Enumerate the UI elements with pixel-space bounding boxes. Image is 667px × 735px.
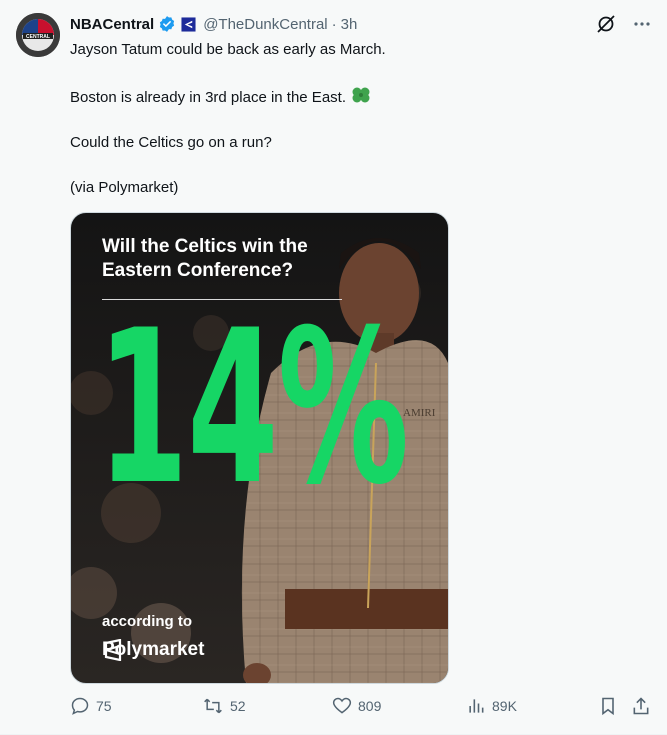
media-percent: 14% (97, 284, 409, 531)
views-button[interactable]: 89K (466, 696, 517, 716)
tweet-text: Jayson Tatum could be back as early as M… (70, 40, 640, 223)
handle[interactable]: @TheDunkCentral (203, 16, 327, 33)
affiliate-badge-icon[interactable] (181, 16, 196, 32)
polymarket-logo-icon (104, 639, 122, 661)
bookmark-button[interactable] (598, 696, 618, 716)
analytics-icon (469, 699, 484, 713)
tweet-paragraph: Could the Celtics go on a run? (70, 134, 272, 151)
grok-icon (597, 15, 615, 33)
like-button[interactable]: 809 (332, 696, 381, 716)
reply-count: 75 (96, 698, 112, 714)
avatar[interactable]: CENTRAL (16, 13, 60, 57)
views-count: 89K (492, 698, 517, 714)
repost-icon (204, 698, 222, 714)
separator: · (331, 15, 337, 33)
reply-button[interactable]: 75 (70, 696, 112, 716)
heart-icon (332, 697, 352, 714)
more-button[interactable] (631, 13, 653, 35)
repost-count: 52 (230, 698, 246, 714)
share-icon (633, 697, 649, 715)
tweet[interactable]: CENTRAL NBACentral @TheDunkCentral · 3h (0, 0, 667, 735)
share-button[interactable] (631, 696, 651, 716)
repost-button[interactable]: 52 (202, 696, 246, 716)
tweet-media[interactable]: AMIRI Will the Celtics win the Eastern C… (70, 212, 449, 684)
action-bar: 75 52 809 89K (70, 696, 653, 720)
polymarket-brand: Polymarket (102, 639, 204, 661)
tweet-header: NBACentral @TheDunkCentral · 3h (70, 13, 357, 35)
like-count: 809 (358, 698, 382, 714)
svg-text:CENTRAL: CENTRAL (26, 34, 50, 40)
tweet-paragraph: Boston is already in 3rd place in the Ea… (70, 85, 640, 108)
bookmark-icon (602, 697, 614, 716)
more-icon (634, 22, 650, 26)
jacket-text: AMIRI (403, 407, 436, 419)
media-according: according to (102, 613, 193, 630)
media-headline: Will the Celtics win the Eastern Confere… (102, 236, 308, 281)
display-name[interactable]: NBACentral (70, 16, 154, 33)
nba-central-logo-icon: CENTRAL (16, 13, 60, 57)
grok-button[interactable] (595, 13, 617, 35)
tweet-top-actions (595, 13, 653, 35)
verified-badge-icon (160, 16, 175, 32)
tweet-paragraph: Jayson Tatum could be back as early as M… (70, 41, 386, 58)
timestamp[interactable]: 3h (341, 16, 358, 33)
shamrock-icon (352, 87, 370, 103)
tweet-paragraph: (via Polymarket) (70, 179, 179, 196)
reply-icon (71, 697, 89, 715)
